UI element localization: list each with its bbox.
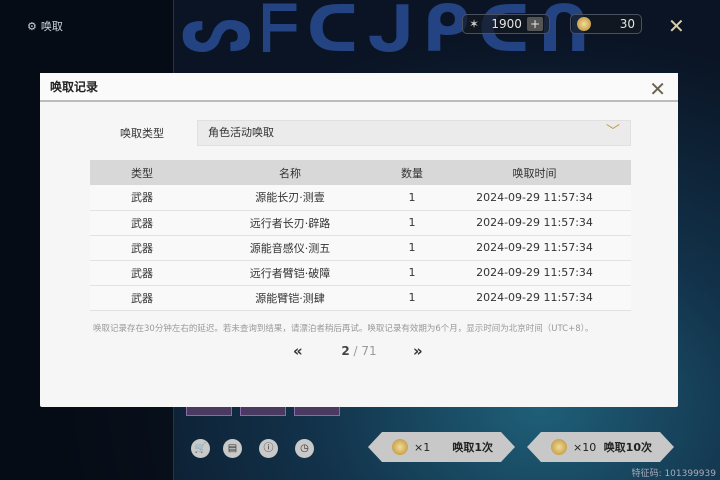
cell-type: 武器 — [90, 260, 194, 286]
cell-type: 武器 — [90, 210, 194, 236]
table-row: 武器 远行者臂铠·破障 1 2024-09-29 11:57:34 — [90, 260, 631, 286]
history-icon[interactable]: ◷ — [295, 439, 314, 458]
col-qty: 数量 — [386, 160, 438, 185]
shop-icon[interactable]: 🛒 — [191, 439, 210, 458]
tide-coin-icon — [577, 17, 591, 31]
modal-close-icon[interactable]: ✕ — [649, 77, 666, 101]
feature-code: 特征码: 101399939 — [631, 469, 716, 479]
cell-time: 2024-09-29 11:57:34 — [438, 185, 631, 211]
table-row: 武器 远行者长刃·辟路 1 2024-09-29 11:57:34 — [90, 210, 631, 236]
close-icon[interactable]: ✕ — [668, 14, 685, 38]
cell-name: 远行者臂铠·破障 — [194, 260, 386, 286]
cell-time: 2024-09-29 11:57:34 — [438, 210, 631, 236]
modal-title: 唤取记录 — [40, 73, 678, 102]
banner-art: ᔕᖴᑕᒍᑭᑕᑎ — [180, 0, 599, 67]
col-type: 类型 — [90, 160, 194, 185]
cell-type: 武器 — [90, 185, 194, 211]
history-table: 类型 名称 数量 唤取时间 武器 源能长刃·测壹 1 2024-09-29 11:57… — [90, 160, 631, 311]
cell-time: 2024-09-29 11:57:34 — [438, 235, 631, 261]
cell-type: 武器 — [90, 235, 194, 261]
info-icon[interactable]: ⓘ — [259, 439, 278, 458]
pull-history-modal: 唤取记录 ✕ 唤取类型 角色活动唤取 ﹀ 类型 名称 数量 唤取时间 武器 源能长刃… — [40, 73, 678, 407]
cell-name: 源能音感仪·测五 — [194, 235, 386, 261]
col-name: 名称 — [194, 160, 386, 185]
table-row: 武器 源能长刃·测壹 1 2024-09-29 11:57:34 — [90, 185, 631, 211]
coin-icon — [392, 439, 408, 455]
next-page-button[interactable]: » — [413, 342, 423, 360]
cell-qty: 1 — [386, 235, 438, 261]
cell-qty: 1 — [386, 210, 438, 236]
cell-qty: 1 — [386, 285, 438, 311]
pagination: « 2 / 71 » — [40, 342, 678, 360]
col-time: 唤取时间 — [438, 160, 631, 185]
cell-time: 2024-09-29 11:57:34 — [438, 260, 631, 286]
delay-note: 唤取记录存在30分钟左右的延迟。若未查询到结果，请漂泊者稍后再试。唤取记录有效期… — [93, 324, 594, 334]
chevron-down-icon: ﹀ — [606, 124, 620, 140]
cell-name: 远行者长刃·辟路 — [194, 210, 386, 236]
nav-title[interactable]: ⚙ 唤取 — [27, 18, 63, 34]
cell-time: 2024-09-29 11:57:34 — [438, 285, 631, 311]
pull-10-button[interactable]: ×10 唤取10次 — [527, 432, 674, 462]
cell-qty: 1 — [386, 260, 438, 286]
tide-counter: 30 — [570, 14, 642, 34]
astrite-counter: ✶ 1900 + — [462, 14, 550, 34]
cell-type: 武器 — [90, 285, 194, 311]
table-row: 武器 源能臂铠·测肆 1 2024-09-29 11:57:34 — [90, 285, 631, 311]
astrite-icon: ✶ — [469, 17, 480, 31]
prev-page-button[interactable]: « — [293, 342, 303, 360]
cell-qty: 1 — [386, 185, 438, 211]
details-icon[interactable]: ▤ — [223, 439, 242, 458]
cell-name: 源能臂铠·测肆 — [194, 285, 386, 311]
pull-type-select[interactable]: 角色活动唤取 ﹀ — [197, 120, 631, 146]
coin-icon — [551, 439, 567, 455]
add-currency-button[interactable]: + — [526, 17, 543, 31]
total-pages: / 71 — [353, 344, 377, 358]
pull-type-label: 唤取类型 — [120, 127, 164, 140]
gear-icon: ⚙ — [27, 19, 37, 33]
cell-name: 源能长刃·测壹 — [194, 185, 386, 211]
pull-1-button[interactable]: ×1 唤取1次 — [368, 432, 515, 462]
table-row: 武器 源能音感仪·测五 1 2024-09-29 11:57:34 — [90, 235, 631, 261]
current-page: 2 — [341, 344, 350, 358]
